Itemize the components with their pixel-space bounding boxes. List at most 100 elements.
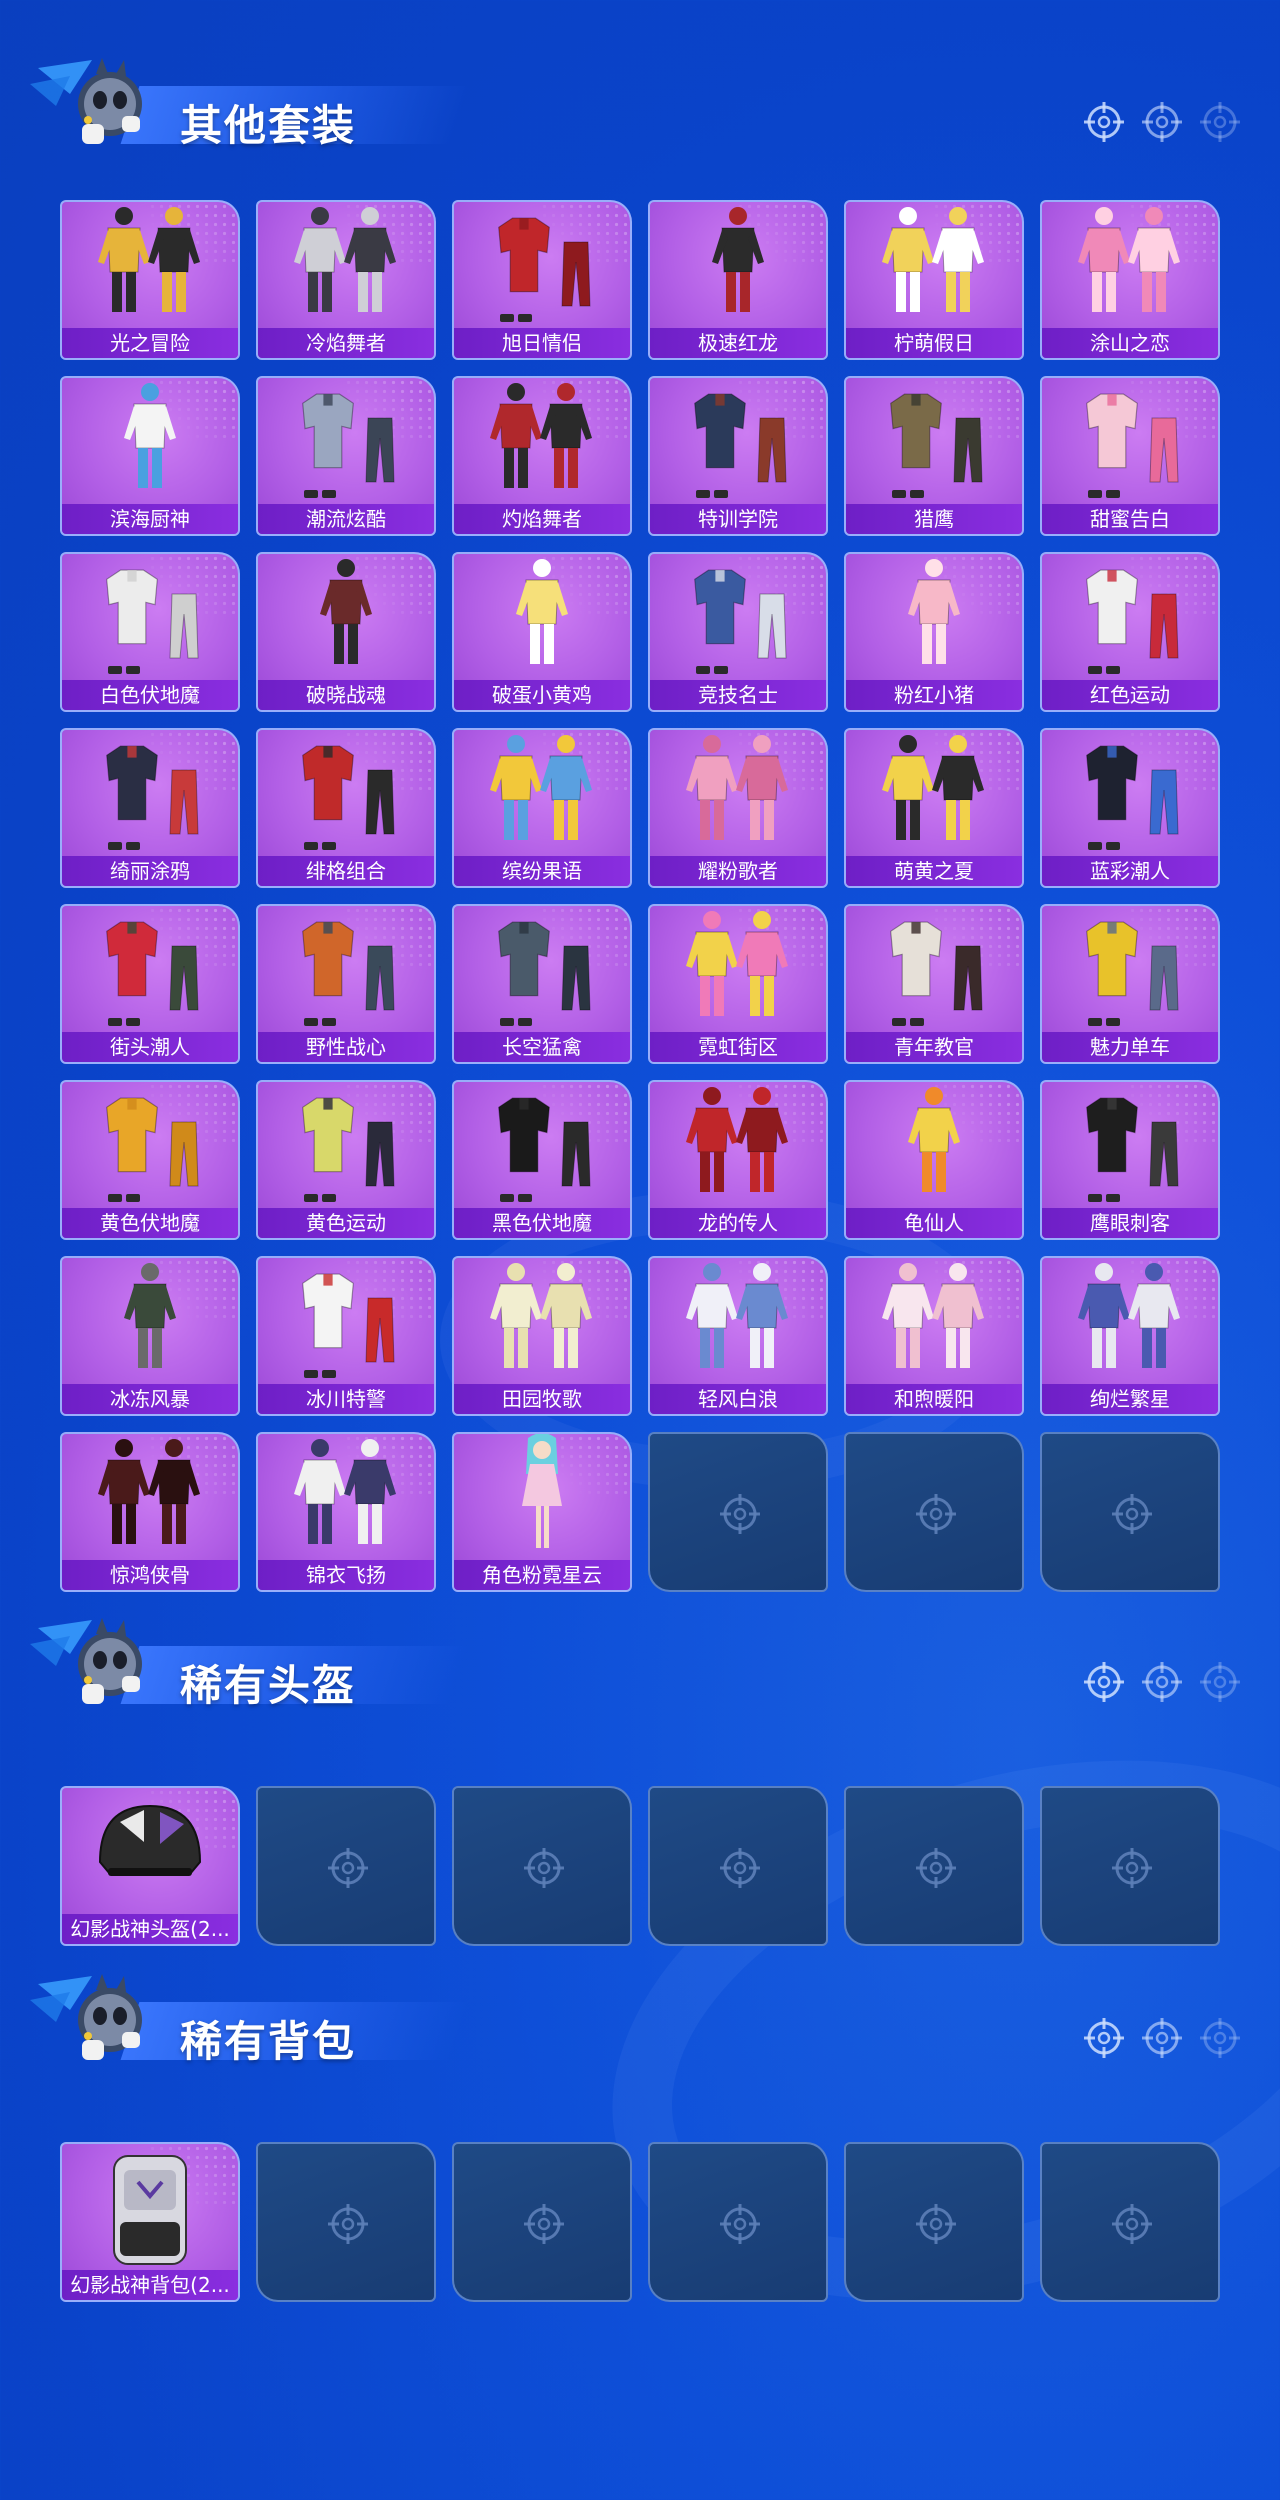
- crosshair-icon: [718, 2202, 762, 2246]
- item-card[interactable]: 红色运动: [1040, 552, 1220, 712]
- item-card[interactable]: 魅力单车: [1040, 904, 1220, 1064]
- item-art: [846, 554, 1022, 680]
- item-card[interactable]: 特训学院: [648, 376, 828, 536]
- item-art: [62, 1434, 238, 1560]
- item-label: 白色伏地魔: [62, 680, 238, 710]
- item-card[interactable]: 绯格组合: [256, 728, 436, 888]
- item-card[interactable]: 龟仙人: [844, 1080, 1024, 1240]
- item-card[interactable]: 绚烂繁星: [1040, 1256, 1220, 1416]
- item-art: [1042, 730, 1218, 856]
- item-label: 粉红小猪: [846, 680, 1022, 710]
- item-label: 鹰眼刺客: [1042, 1208, 1218, 1238]
- item-image: [694, 393, 787, 498]
- item-card[interactable]: 涂山之恋: [1040, 200, 1220, 360]
- item-card[interactable]: 白色伏地魔: [60, 552, 240, 712]
- item-card[interactable]: 潮流炫酷: [256, 376, 436, 536]
- item-art: [454, 378, 630, 504]
- section-backpacks: 稀有背包 幻影战神背包(2...: [0, 1916, 1280, 2302]
- item-card[interactable]: 黑色伏地魔: [452, 1080, 632, 1240]
- item-image: [294, 207, 396, 312]
- item-card[interactable]: 破晓战魂: [256, 552, 436, 712]
- item-image: [686, 1087, 788, 1192]
- item-card[interactable]: 霓虹街区: [648, 904, 828, 1064]
- mascot-icon: [30, 54, 180, 154]
- item-label: 猎鹰: [846, 504, 1022, 534]
- item-card[interactable]: 极速红龙: [648, 200, 828, 360]
- item-card[interactable]: 田园牧歌: [452, 1256, 632, 1416]
- item-card[interactable]: 和煦暖阳: [844, 1256, 1024, 1416]
- item-art: [650, 1258, 826, 1384]
- item-card[interactable]: 灼焰舞者: [452, 376, 632, 536]
- item-card[interactable]: 甜蜜告白: [1040, 376, 1220, 536]
- item-card[interactable]: 幻影战神背包(2...: [60, 2142, 240, 2302]
- item-card[interactable]: 轻风白浪: [648, 1256, 828, 1416]
- item-card[interactable]: 柠萌假日: [844, 200, 1024, 360]
- item-art: [62, 1258, 238, 1384]
- item-image: [712, 207, 764, 312]
- item-card[interactable]: 龙的传人: [648, 1080, 828, 1240]
- item-card[interactable]: 冷焰舞者: [256, 200, 436, 360]
- item-card[interactable]: 蓝彩潮人: [1040, 728, 1220, 888]
- item-card[interactable]: 萌黄之夏: [844, 728, 1024, 888]
- item-art: [62, 730, 238, 856]
- item-card[interactable]: 黄色伏地魔: [60, 1080, 240, 1240]
- item-image: [908, 559, 960, 664]
- item-card[interactable]: 猎鹰: [844, 376, 1024, 536]
- item-card[interactable]: 竞技名士: [648, 552, 828, 712]
- item-art: [454, 730, 630, 856]
- item-card[interactable]: 缤纷果语: [452, 728, 632, 888]
- item-art: [1042, 378, 1218, 504]
- crosshair-icon: [914, 1846, 958, 1890]
- item-card[interactable]: 黄色运动: [256, 1080, 436, 1240]
- item-art: [846, 730, 1022, 856]
- item-label: 轻风白浪: [650, 1384, 826, 1414]
- item-card[interactable]: 长空猛禽: [452, 904, 632, 1064]
- item-label: 黑色伏地魔: [454, 1208, 630, 1238]
- item-card[interactable]: 青年教官: [844, 904, 1024, 1064]
- item-card[interactable]: 光之冒险: [60, 200, 240, 360]
- item-card[interactable]: 旭日情侣: [452, 200, 632, 360]
- item-card[interactable]: 耀粉歌者: [648, 728, 828, 888]
- item-image: [98, 207, 200, 312]
- item-art: [258, 1258, 434, 1384]
- section-sets: 其他套装 光之冒险 冷焰舞者 旭日情侣 极速红龙 柠萌假日 涂山之恋 滨海厨神 …: [0, 0, 1280, 1592]
- item-label: 冰冻风暴: [62, 1384, 238, 1414]
- item-art: [258, 730, 434, 856]
- item-image: [1086, 569, 1179, 674]
- item-label: 缤纷果语: [454, 856, 630, 886]
- item-label: 魅力单车: [1042, 1032, 1218, 1062]
- crosshair-icon: [1140, 100, 1184, 144]
- item-image: [522, 1434, 562, 1548]
- item-label: 绮丽涂鸦: [62, 856, 238, 886]
- item-card[interactable]: 粉红小猪: [844, 552, 1024, 712]
- item-image: [302, 393, 395, 498]
- item-art: [258, 1082, 434, 1208]
- item-card[interactable]: 鹰眼刺客: [1040, 1080, 1220, 1240]
- item-label: 蓝彩潮人: [1042, 856, 1218, 886]
- item-card[interactable]: 冰川特警: [256, 1256, 436, 1416]
- item-art: [258, 906, 434, 1032]
- item-art: [454, 202, 630, 328]
- item-image: [686, 1263, 788, 1368]
- item-label: 绯格组合: [258, 856, 434, 886]
- item-card[interactable]: 绮丽涂鸦: [60, 728, 240, 888]
- item-card[interactable]: 滨海厨神: [60, 376, 240, 536]
- item-card[interactable]: 野性战心: [256, 904, 436, 1064]
- item-art: [454, 906, 630, 1032]
- section-helmets: 稀有头盔 幻影战神头盔(2...: [0, 1560, 1280, 1946]
- item-art: [258, 202, 434, 328]
- item-art: [1042, 554, 1218, 680]
- item-art: [454, 1082, 630, 1208]
- item-card[interactable]: 街头潮人: [60, 904, 240, 1064]
- mascot-icon: [30, 1970, 180, 2070]
- item-art: [650, 730, 826, 856]
- item-image: [890, 921, 983, 1026]
- item-card[interactable]: 破蛋小黄鸡: [452, 552, 632, 712]
- item-image: [1086, 1097, 1179, 1202]
- item-art: [1042, 1258, 1218, 1384]
- item-card[interactable]: 冰冻风暴: [60, 1256, 240, 1416]
- item-art: [62, 378, 238, 504]
- crosshair-icon: [1110, 1492, 1154, 1536]
- crosshair-icon: [914, 1492, 958, 1536]
- item-image: [498, 217, 591, 322]
